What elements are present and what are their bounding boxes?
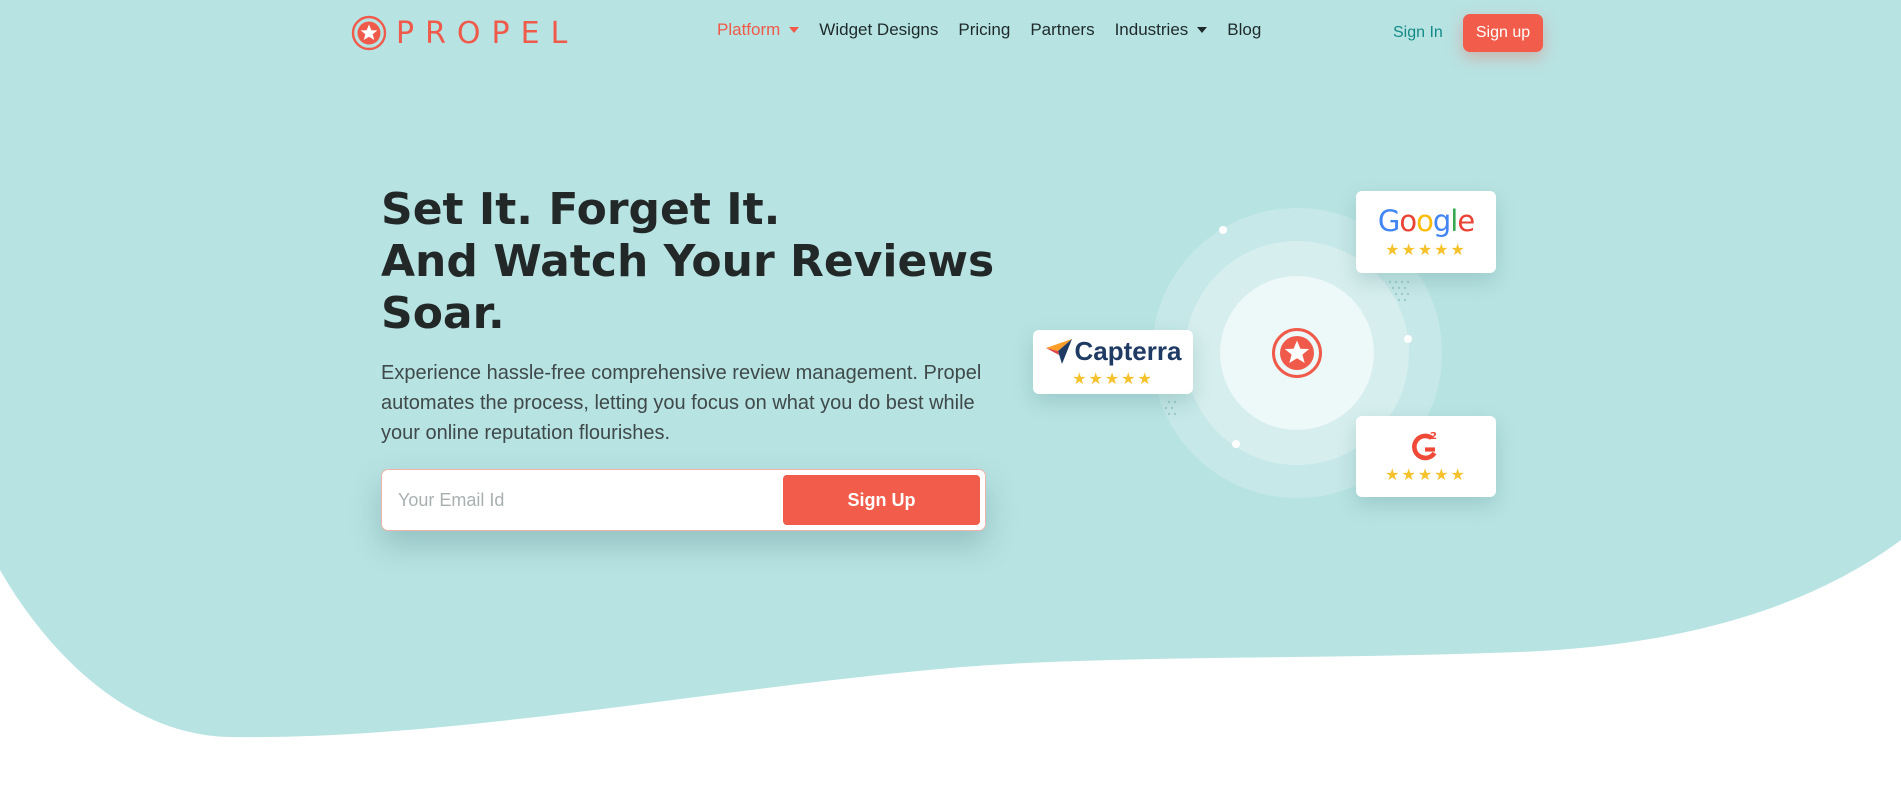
nav-label: Industries	[1114, 20, 1189, 39]
nav-label: Partners	[1030, 20, 1095, 39]
sign-in-link[interactable]: Sign In	[1393, 24, 1443, 42]
nav-label: Widget Designs	[819, 20, 939, 39]
brand-wordmark: PROPEL	[396, 15, 579, 51]
main-menu: Platform Widget Designs Pricing Partners…	[717, 20, 1261, 40]
nav-item-pricing[interactable]: Pricing	[958, 20, 1010, 40]
email-signup-form: Sign Up	[381, 469, 986, 531]
nav-label: Blog	[1227, 20, 1262, 39]
nav-label: Platform	[717, 20, 781, 39]
rating-stars: ★★★★★	[1385, 242, 1467, 259]
top-navigation: PROPEL Platform Widget Designs Pricing P…	[0, 0, 1901, 66]
g2-review-card: 2 ★★★★★	[1356, 416, 1496, 497]
nav-label: Pricing	[958, 20, 1011, 39]
google-logo: Google	[1377, 204, 1475, 238]
sign-up-button[interactable]: Sign up	[1463, 14, 1543, 52]
review-sites-illustration: Google ★★★★★ Capterra ★★★★★ 2 ★★★★★	[1020, 180, 1540, 520]
email-input[interactable]	[398, 480, 758, 520]
capterra-arrow-icon	[1045, 339, 1072, 364]
propel-star-logo-icon	[351, 15, 387, 51]
email-sign-up-button[interactable]: Sign Up	[783, 475, 980, 525]
google-review-card: Google ★★★★★	[1356, 191, 1496, 273]
headline-line: Set It. Forget It.	[381, 184, 781, 235]
headline-line: Soar.	[381, 288, 505, 339]
chevron-down-icon	[1197, 27, 1208, 33]
rating-stars: ★★★★★	[1385, 466, 1467, 484]
capterra-review-card: Capterra ★★★★★	[1033, 330, 1193, 394]
nav-item-industries[interactable]: Industries	[1115, 20, 1208, 40]
headline-line: And Watch Your Reviews	[381, 236, 995, 287]
capterra-wordmark: Capterra	[1074, 335, 1182, 366]
capterra-logo: Capterra	[1045, 335, 1182, 367]
nav-item-widget-designs[interactable]: Widget Designs	[819, 20, 938, 40]
nav-item-partners[interactable]: Partners	[1030, 20, 1094, 40]
g2-logo-icon: 2	[1412, 431, 1437, 460]
brand-logo[interactable]: PROPEL	[351, 15, 578, 51]
nav-item-platform[interactable]: Platform	[717, 20, 800, 40]
rating-stars: ★★★★★	[1072, 370, 1154, 388]
hero-subtext: Experience hassle-free comprehensive rev…	[381, 362, 982, 444]
nav-item-blog[interactable]: Blog	[1227, 20, 1261, 40]
hero-headline: Set It. Forget It. And Watch Your Review…	[381, 184, 1021, 340]
svg-text:2: 2	[1430, 431, 1437, 442]
chevron-down-icon	[789, 27, 800, 33]
propel-center-logo-icon	[1272, 328, 1322, 378]
